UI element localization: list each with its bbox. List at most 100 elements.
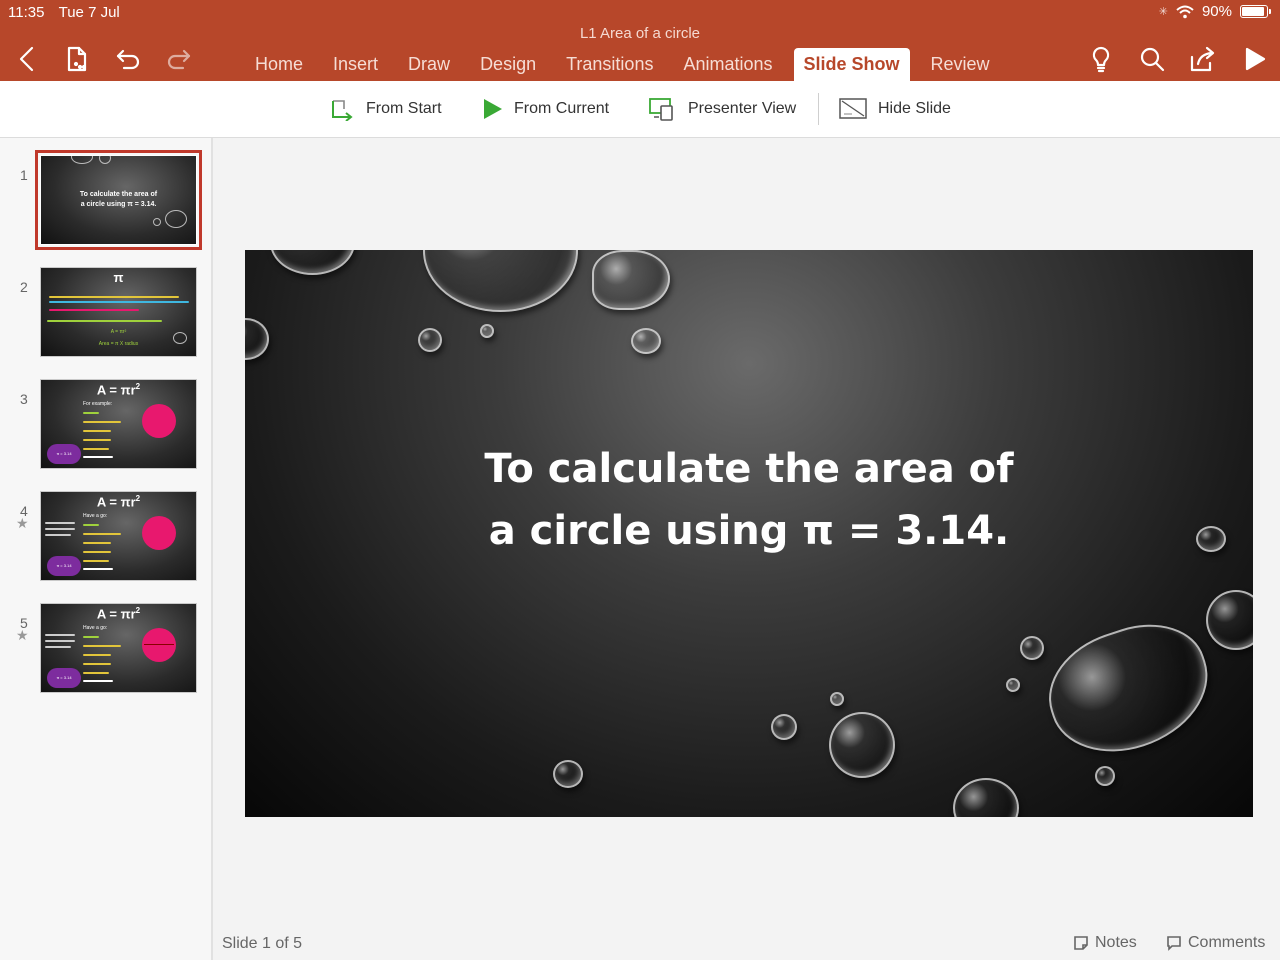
hide-slide-button[interactable]: Hide Slide: [838, 94, 951, 124]
from-start-button[interactable]: From Start: [330, 94, 442, 124]
thumbnail-text-line: [45, 646, 71, 648]
from-current-button[interactable]: From Current: [482, 94, 609, 124]
circle-diagram: [142, 628, 176, 662]
tab-design[interactable]: Design: [465, 48, 551, 81]
thumbnail-text-line: [83, 448, 109, 450]
undo-icon[interactable]: [113, 44, 143, 74]
thumbnail-text-line: [83, 430, 111, 432]
thumbnail-text-line: [83, 524, 99, 526]
water-drop-decoration: [830, 692, 844, 706]
thumbnail-text-line: [83, 456, 113, 458]
thumbnail-text-line: [45, 534, 71, 536]
thumbnail-row: 5 ★ A = πr2 Have a go: π = 3.14: [0, 603, 213, 699]
status-bar-right: ✳ 90%: [1159, 3, 1271, 20]
share-icon[interactable]: [1188, 44, 1218, 74]
tab-home[interactable]: Home: [240, 48, 318, 81]
water-drop-decoration: [1006, 678, 1020, 692]
slide-thumbnail-1[interactable]: To calculate the area of a circle using …: [35, 150, 202, 250]
tab-draw[interactable]: Draw: [393, 48, 465, 81]
tab-slide-show[interactable]: Slide Show: [793, 48, 910, 81]
thumbnail-text-line: [45, 640, 75, 642]
thumbnail-text-line: [83, 421, 121, 423]
water-drop-decoration: [1033, 607, 1225, 771]
slide-show-ribbon: From Start From Current Presenter View H…: [0, 81, 1280, 138]
redo-icon[interactable]: [164, 44, 194, 74]
thumbnail-title: To calculate the area of a circle using …: [41, 190, 196, 210]
thumbnail-text-line: [83, 439, 111, 441]
thumbnail-text-line: [83, 542, 111, 544]
app-bar: 11:35 Tue 7 Jul ✳ 90% L1 Area of a circl…: [0, 0, 1280, 81]
tab-animations[interactable]: Animations: [668, 48, 787, 81]
thumbnail-row: 3 A = πr2 For example: π = 3.14: [0, 379, 213, 475]
lightbulb-icon[interactable]: [1086, 44, 1116, 74]
battery-icon: [1240, 5, 1271, 18]
slide-title-line: a circle using π = 3.14.: [488, 508, 1010, 554]
thumbnail-text-line: [83, 663, 111, 665]
file-icon[interactable]: [62, 44, 92, 74]
thumbnail-text-line: [49, 309, 139, 311]
water-drop-decoration: [829, 712, 895, 778]
ribbon-tabs: Home Insert Draw Design Transitions Anim…: [240, 48, 1005, 81]
notes-label: Notes: [1095, 934, 1137, 951]
status-time: 11:35: [8, 4, 45, 21]
thumbnail-text-line: [83, 568, 113, 570]
thumbnail-heading: π: [113, 270, 124, 285]
slide-thumbnail-5[interactable]: A = πr2 Have a go: π = 3.14: [40, 603, 197, 693]
thumbnail-heading-text: A = πr: [96, 494, 136, 510]
from-start-label: From Start: [366, 100, 442, 117]
comments-icon: [1167, 936, 1181, 951]
thumbnail-text-line: [83, 672, 109, 674]
animation-star-icon: ★: [16, 515, 29, 531]
comments-button[interactable]: Comments: [1166, 934, 1265, 952]
play-icon[interactable]: [1240, 44, 1270, 74]
status-bar-left: 11:35 Tue 7 Jul: [8, 4, 120, 21]
circle-diagram: [142, 516, 176, 550]
thumbnail-heading-exponent: 2: [135, 382, 141, 391]
slide-canvas[interactable]: To calculate the area of a circle using …: [245, 250, 1253, 817]
water-drop-decoration: [423, 250, 578, 312]
slide-title-line: To calculate the area of: [484, 446, 1014, 492]
diameter-line: [144, 644, 174, 645]
tab-review[interactable]: Review: [916, 48, 1005, 81]
presenter-view-button[interactable]: Presenter View: [648, 94, 796, 124]
notes-button[interactable]: Notes: [1073, 934, 1137, 952]
thumbnail-subheading: Have a go:: [83, 513, 108, 519]
thumbnail-heading: A = πr2: [41, 494, 196, 509]
search-icon[interactable]: [1137, 44, 1167, 74]
thumbnail-row: 4 ★ A = πr2 Have a go: π = 3.14: [0, 491, 213, 587]
thumbnail-number: 3: [20, 391, 28, 407]
thumbnail-text-line: [83, 560, 109, 562]
thumbnail-text-line: [83, 636, 99, 638]
thumbnail-title-line: a circle using π = 3.14.: [80, 201, 157, 208]
tab-transitions[interactable]: Transitions: [551, 48, 668, 81]
thumbnail-text-line: [83, 551, 111, 553]
slide-thumbnail-4[interactable]: A = πr2 Have a go: π = 3.14: [40, 491, 197, 581]
slide-title[interactable]: To calculate the area of a circle using …: [245, 438, 1253, 562]
slide-thumbnail-2[interactable]: π A = πr² Area = π X radius: [40, 267, 197, 357]
thumbnail-row: 2 π A = πr² Area = π X radius: [0, 267, 213, 363]
presenter-view-icon: [649, 98, 673, 121]
thumbnail-text-line: [47, 320, 162, 322]
bubble-decoration: [165, 210, 187, 228]
water-drop-decoration: [1095, 766, 1115, 786]
bubble-decoration: [71, 156, 93, 164]
thumbnail-text-line: [49, 296, 179, 298]
comments-label: Comments: [1188, 934, 1266, 951]
thumbnail-row: 1 To calculate the area of a circle usin…: [0, 150, 213, 251]
from-current-label: From Current: [514, 100, 610, 117]
slide-thumbnail-3[interactable]: A = πr2 For example: π = 3.14: [40, 379, 197, 469]
back-icon[interactable]: [12, 44, 42, 74]
from-start-icon: [332, 100, 353, 121]
bubble-decoration: [153, 218, 161, 226]
tab-insert[interactable]: Insert: [318, 48, 393, 81]
thumbnail-formula: A = πr²: [110, 329, 127, 335]
thumbnail-number: 2: [20, 279, 28, 295]
thumbnail-text-line: [83, 654, 111, 656]
thumbnail-subheading: For example:: [83, 401, 113, 407]
thumbnail-text-line: [83, 412, 99, 414]
slide-counter: Slide 1 of 5: [222, 935, 303, 952]
bubble-decoration: [173, 332, 187, 344]
water-drop-decoration: [418, 328, 442, 352]
thumbnail-title-line: To calculate the area of: [79, 191, 158, 198]
thumbnail-heading-text: A = πr: [96, 606, 136, 622]
